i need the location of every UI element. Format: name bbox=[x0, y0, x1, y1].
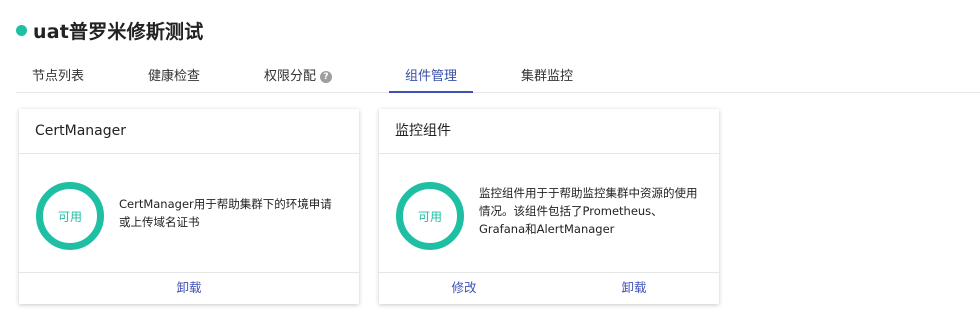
uninstall-button[interactable]: 卸载 bbox=[19, 272, 359, 304]
component-card-monitoring: 监控组件 可用 监控组件用于于帮助监控集群中资源的使用情况。该组件包括了Prom… bbox=[379, 109, 719, 304]
modify-button[interactable]: 修改 bbox=[379, 272, 549, 304]
card-description: 监控组件用于于帮助监控集群中资源的使用情况。该组件包括了Prometheus、G… bbox=[479, 186, 698, 236]
card-body: 可用 监控组件用于于帮助监控集群中资源的使用情况。该组件包括了Prometheu… bbox=[379, 154, 719, 273]
card-actions: 修改 卸载 bbox=[379, 272, 719, 304]
tab-health-check[interactable]: 健康检查 bbox=[148, 62, 200, 92]
tab-node-list[interactable]: 节点列表 bbox=[32, 62, 84, 92]
status-label: 可用 bbox=[417, 209, 442, 224]
tab-label: 集群监控 bbox=[521, 69, 574, 84]
page-title: uat普罗米修斯测试 bbox=[33, 21, 204, 43]
status-label: 可用 bbox=[57, 209, 82, 224]
status-ring: 可用 bbox=[396, 182, 464, 250]
tab-label: 权限分配 bbox=[264, 69, 317, 84]
card-title: CertManager bbox=[19, 109, 359, 154]
card-title: 监控组件 bbox=[379, 109, 719, 154]
tab-component-management[interactable]: 组件管理 bbox=[388, 62, 474, 93]
component-card-certmanager: CertManager 可用 CertManager用于帮助集群下的环境申请或上… bbox=[19, 109, 359, 304]
tab-label: 节点列表 bbox=[32, 69, 85, 84]
card-actions: 卸载 bbox=[19, 272, 359, 304]
help-icon[interactable]: ? bbox=[320, 71, 333, 83]
tab-bar: 节点列表 健康检查 权限分配? 组件管理 集群监控 bbox=[16, 62, 980, 93]
tab-cluster-monitoring[interactable]: 集群监控 bbox=[521, 62, 573, 92]
page-header: uat普罗米修斯测试 bbox=[16, 17, 203, 44]
tab-label: 组件管理 bbox=[405, 69, 458, 84]
card-description: CertManager用于帮助集群下的环境申请或上传域名证书 bbox=[119, 197, 332, 229]
uninstall-button[interactable]: 卸载 bbox=[549, 272, 719, 304]
cluster-status-dot bbox=[16, 25, 27, 36]
tab-label: 健康检查 bbox=[148, 69, 201, 84]
card-body: 可用 CertManager用于帮助集群下的环境申请或上传域名证书 bbox=[19, 154, 359, 273]
tab-permissions[interactable]: 权限分配? bbox=[264, 62, 333, 92]
status-ring: 可用 bbox=[36, 182, 104, 250]
